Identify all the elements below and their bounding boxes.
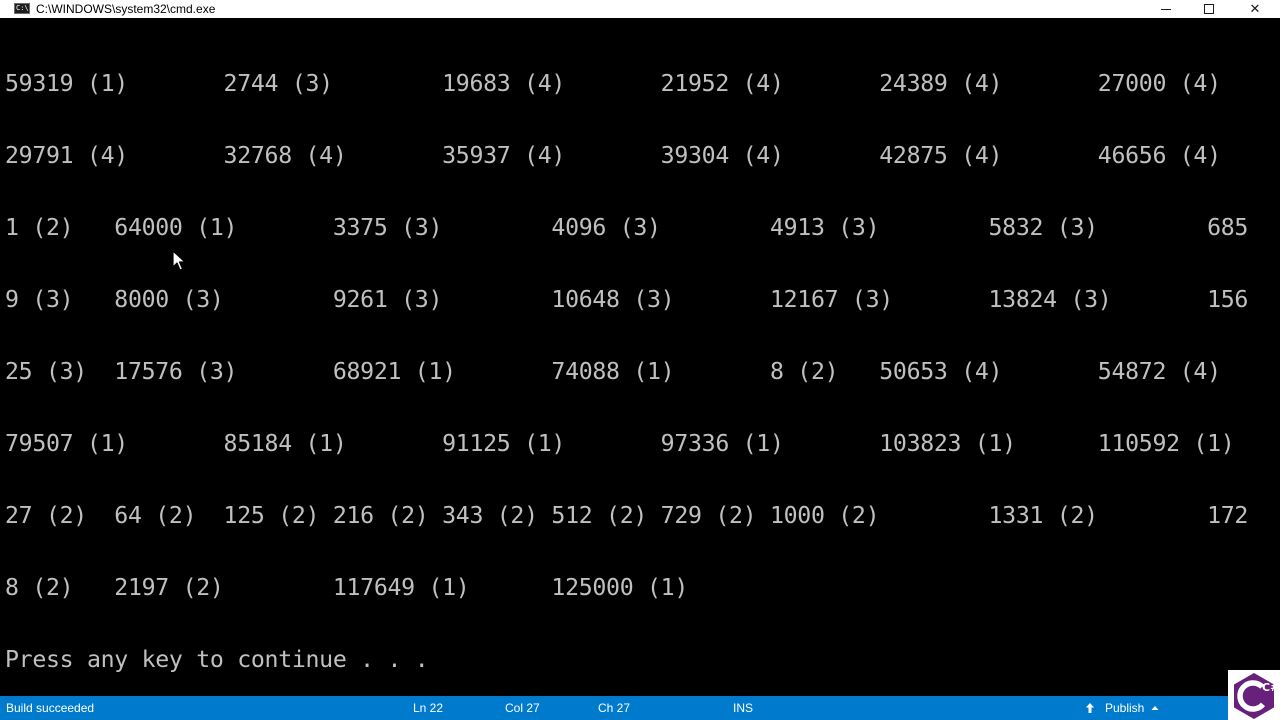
- console-output-area[interactable]: 59319 (1) 2744 (3) 19683 (4) 21952 (4) 2…: [0, 24, 1280, 696]
- csharp-logo-icon: C#: [1228, 670, 1280, 720]
- mouse-pointer-icon: [172, 250, 186, 271]
- status-line-number[interactable]: Ln 22: [413, 696, 443, 720]
- status-bar: Build succeeded Ln 22 Col 27 Ch 27 INS P…: [0, 696, 1280, 720]
- window-title-bar[interactable]: C:\. C:\WINDOWS\system32\cmd.exe ✕: [0, 0, 1280, 18]
- close-button[interactable]: ✕: [1232, 0, 1278, 18]
- status-character-number[interactable]: Ch 27: [598, 696, 630, 720]
- maximize-icon: [1204, 4, 1214, 14]
- status-message: Build succeeded: [6, 701, 95, 715]
- console-line: 25 (3) 17576 (3) 68921 (1) 74088 (1) 8 (…: [5, 358, 1221, 385]
- publish-label: Publish: [1105, 701, 1145, 715]
- caret-up-icon: [1151, 706, 1159, 710]
- console-line: 8 (2) 2197 (2) 117649 (1) 125000 (1): [5, 574, 689, 601]
- console-text: 59319 (1) 2744 (3) 19683 (4) 21952 (4) 2…: [5, 24, 1248, 696]
- arrow-up-icon: [1086, 703, 1094, 713]
- minimize-button[interactable]: [1143, 0, 1189, 18]
- status-insert-mode[interactable]: INS: [733, 696, 753, 720]
- status-column-number[interactable]: Col 27: [505, 696, 540, 720]
- console-line: 27 (2) 64 (2) 125 (2) 216 (2) 343 (2) 51…: [5, 502, 1249, 529]
- minimize-icon: [1161, 9, 1171, 10]
- console-line: 1 (2) 64000 (1) 3375 (3) 4096 (3) 4913 (…: [5, 214, 1249, 241]
- console-line: 59319 (1) 2744 (3) 19683 (4) 21952 (4) 2…: [5, 70, 1221, 97]
- console-line: 29791 (4) 32768 (4) 35937 (4) 39304 (4) …: [5, 142, 1221, 169]
- console-line: 9 (3) 8000 (3) 9261 (3) 10648 (3) 12167 …: [5, 286, 1249, 313]
- close-icon: ✕: [1249, 1, 1261, 17]
- console-line: 79507 (1) 85184 (1) 91125 (1) 97336 (1) …: [5, 430, 1235, 457]
- console-app-icon[interactable]: C:\.: [14, 3, 33, 14]
- window-title: C:\WINDOWS\system32\cmd.exe: [36, 2, 216, 16]
- logo-text: C#: [1262, 681, 1279, 694]
- continue-prompt: Press any key to continue . . .: [5, 646, 429, 673]
- maximize-button[interactable]: [1186, 0, 1232, 18]
